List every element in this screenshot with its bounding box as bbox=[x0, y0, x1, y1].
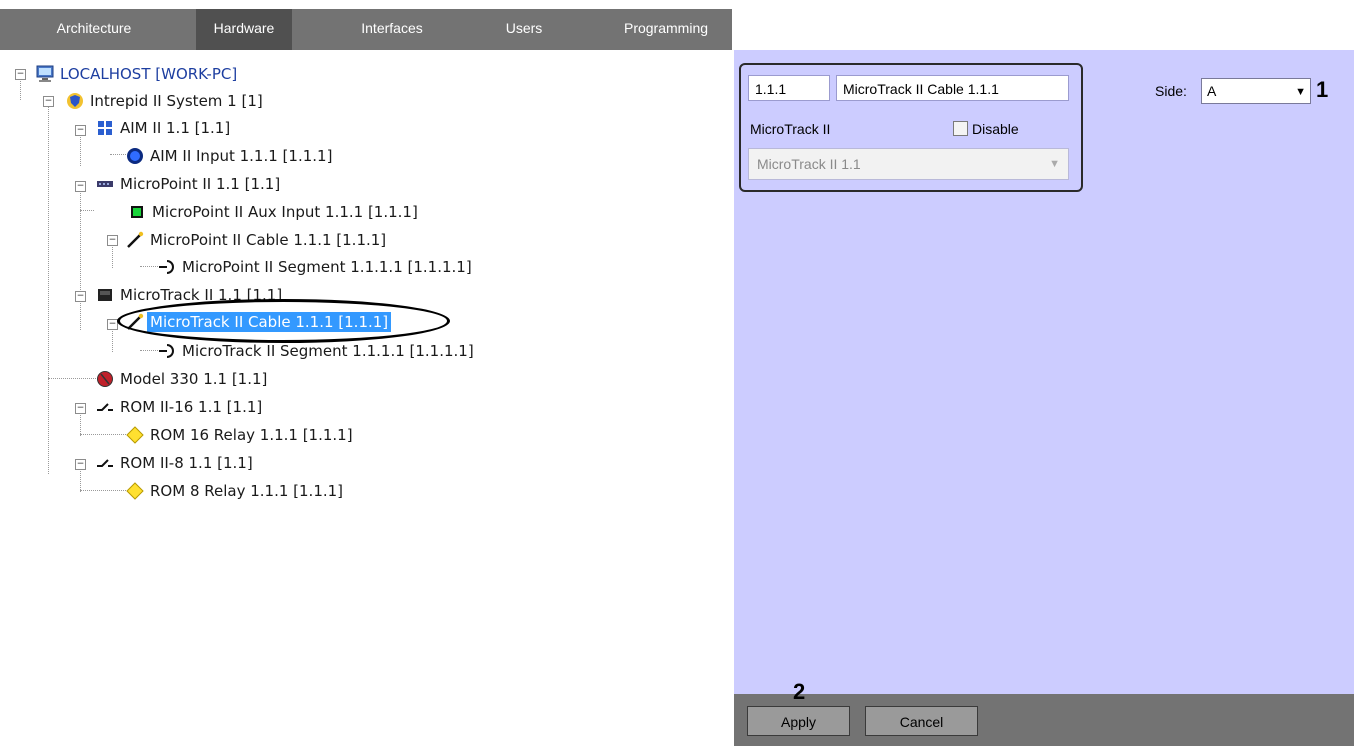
id-field[interactable]: 1.1.1 bbox=[748, 75, 830, 101]
collapse-toggle[interactable]: − bbox=[75, 181, 86, 192]
computer-icon bbox=[36, 65, 54, 82]
tree-line bbox=[110, 154, 126, 155]
name-field[interactable]: MicroTrack II Cable 1.1.1 bbox=[836, 75, 1069, 101]
blue-circle-icon bbox=[127, 148, 143, 164]
tree-line bbox=[80, 298, 81, 330]
tree-line bbox=[140, 350, 158, 351]
collapse-toggle[interactable]: − bbox=[15, 69, 26, 80]
yellow-diamond-icon bbox=[126, 482, 144, 500]
parent-label: MicroTrack II bbox=[750, 121, 831, 137]
device-icon bbox=[97, 181, 113, 187]
tree-line bbox=[20, 78, 21, 100]
tree-node-micropoint-aux-input[interactable]: MicroPoint II Aux Input 1.1.1 [1.1.1] bbox=[128, 201, 421, 223]
disable-checkbox[interactable] bbox=[953, 121, 968, 136]
tree-line bbox=[80, 186, 81, 292]
tree-node-microtrack-segment[interactable]: MicroTrack II Segment 1.1.1.1 [1.1.1.1] bbox=[158, 340, 477, 362]
collapse-toggle[interactable]: − bbox=[75, 459, 86, 470]
switch-icon bbox=[97, 403, 113, 411]
chevron-down-icon: ▼ bbox=[1295, 86, 1306, 98]
tab-programming[interactable]: Programming bbox=[604, 9, 728, 50]
tree-line bbox=[80, 468, 81, 492]
callout-marker-2: 2 bbox=[793, 679, 806, 704]
tree-line bbox=[80, 434, 126, 435]
tree-node-aim-input[interactable]: AIM II Input 1.1.1 [1.1.1] bbox=[126, 145, 335, 167]
parent-select[interactable]: MicroTrack II 1.1 ▼ bbox=[748, 148, 1069, 180]
segment-icon bbox=[159, 260, 174, 274]
collapse-toggle[interactable]: − bbox=[75, 403, 86, 414]
tab-interfaces[interactable]: Interfaces bbox=[340, 9, 444, 50]
tree-node-rom-16[interactable]: ROM II-16 1.1 [1.1] bbox=[96, 396, 265, 418]
tab-hardware[interactable]: Hardware bbox=[196, 9, 292, 50]
top-tab-bar: Architecture Hardware Interfaces Users P… bbox=[0, 0, 1354, 50]
tree-line bbox=[80, 490, 126, 491]
side-label: Side: bbox=[1155, 83, 1187, 99]
tab-users[interactable]: Users bbox=[490, 9, 558, 50]
tree-node-micropoint-segment[interactable]: MicroPoint II Segment 1.1.1.1 [1.1.1.1] bbox=[158, 256, 475, 278]
tree-node-model-330[interactable]: Model 330 1.1 [1.1] bbox=[96, 368, 270, 390]
tree-node-rom-8[interactable]: ROM II-8 1.1 [1.1] bbox=[96, 452, 256, 474]
tree-line bbox=[48, 378, 96, 379]
tree-node-micropoint-cable[interactable]: MicroPoint II Cable 1.1.1 [1.1.1] bbox=[126, 229, 389, 251]
tree-line bbox=[80, 210, 94, 211]
highlight-ellipse bbox=[117, 299, 450, 343]
tree-node-rom-8-relay[interactable]: ROM 8 Relay 1.1.1 [1.1.1] bbox=[126, 480, 346, 502]
green-square-icon bbox=[131, 206, 143, 218]
device-dark-icon bbox=[98, 289, 112, 301]
side-select-value: A bbox=[1207, 83, 1217, 99]
tree-line bbox=[48, 104, 49, 474]
switch-icon bbox=[97, 459, 113, 467]
collapse-toggle[interactable]: − bbox=[107, 235, 118, 246]
callout-marker-1: 1 bbox=[1316, 77, 1329, 102]
cable-icon bbox=[127, 231, 144, 248]
collapse-toggle[interactable]: − bbox=[43, 96, 54, 107]
tree-node-rom-16-relay[interactable]: ROM 16 Relay 1.1.1 [1.1.1] bbox=[126, 424, 356, 446]
tree-line bbox=[112, 328, 113, 352]
collapse-toggle[interactable]: − bbox=[75, 125, 86, 136]
apply-button[interactable]: Apply bbox=[747, 706, 850, 736]
cancel-button[interactable]: Cancel bbox=[865, 706, 978, 736]
segment-icon bbox=[159, 344, 174, 358]
collapse-toggle[interactable]: − bbox=[75, 291, 86, 302]
parent-select-value: MicroTrack II 1.1 bbox=[757, 156, 861, 172]
tree-node-aim[interactable]: AIM II 1.1 [1.1] bbox=[96, 117, 233, 139]
tab-strip: Architecture Hardware Interfaces Users P… bbox=[0, 9, 732, 50]
tab-architecture[interactable]: Architecture bbox=[28, 9, 160, 50]
shield-icon bbox=[67, 93, 83, 109]
disable-label: Disable bbox=[972, 121, 1019, 137]
tree-node-micropoint[interactable]: MicroPoint II 1.1 [1.1] bbox=[96, 173, 283, 195]
red-sphere-icon bbox=[97, 371, 113, 387]
side-select[interactable]: A ▼ bbox=[1201, 78, 1311, 104]
grid-module-icon bbox=[98, 121, 112, 135]
chevron-down-icon: ▼ bbox=[1049, 158, 1060, 170]
tree-line bbox=[140, 266, 158, 267]
yellow-diamond-icon bbox=[126, 426, 144, 444]
tree-node-intrepid-system[interactable]: Intrepid II System 1 [1] bbox=[66, 90, 266, 112]
tree-line bbox=[80, 412, 81, 436]
tree-node-localhost[interactable]: LOCALHOST [WORK-PC] bbox=[36, 63, 240, 85]
